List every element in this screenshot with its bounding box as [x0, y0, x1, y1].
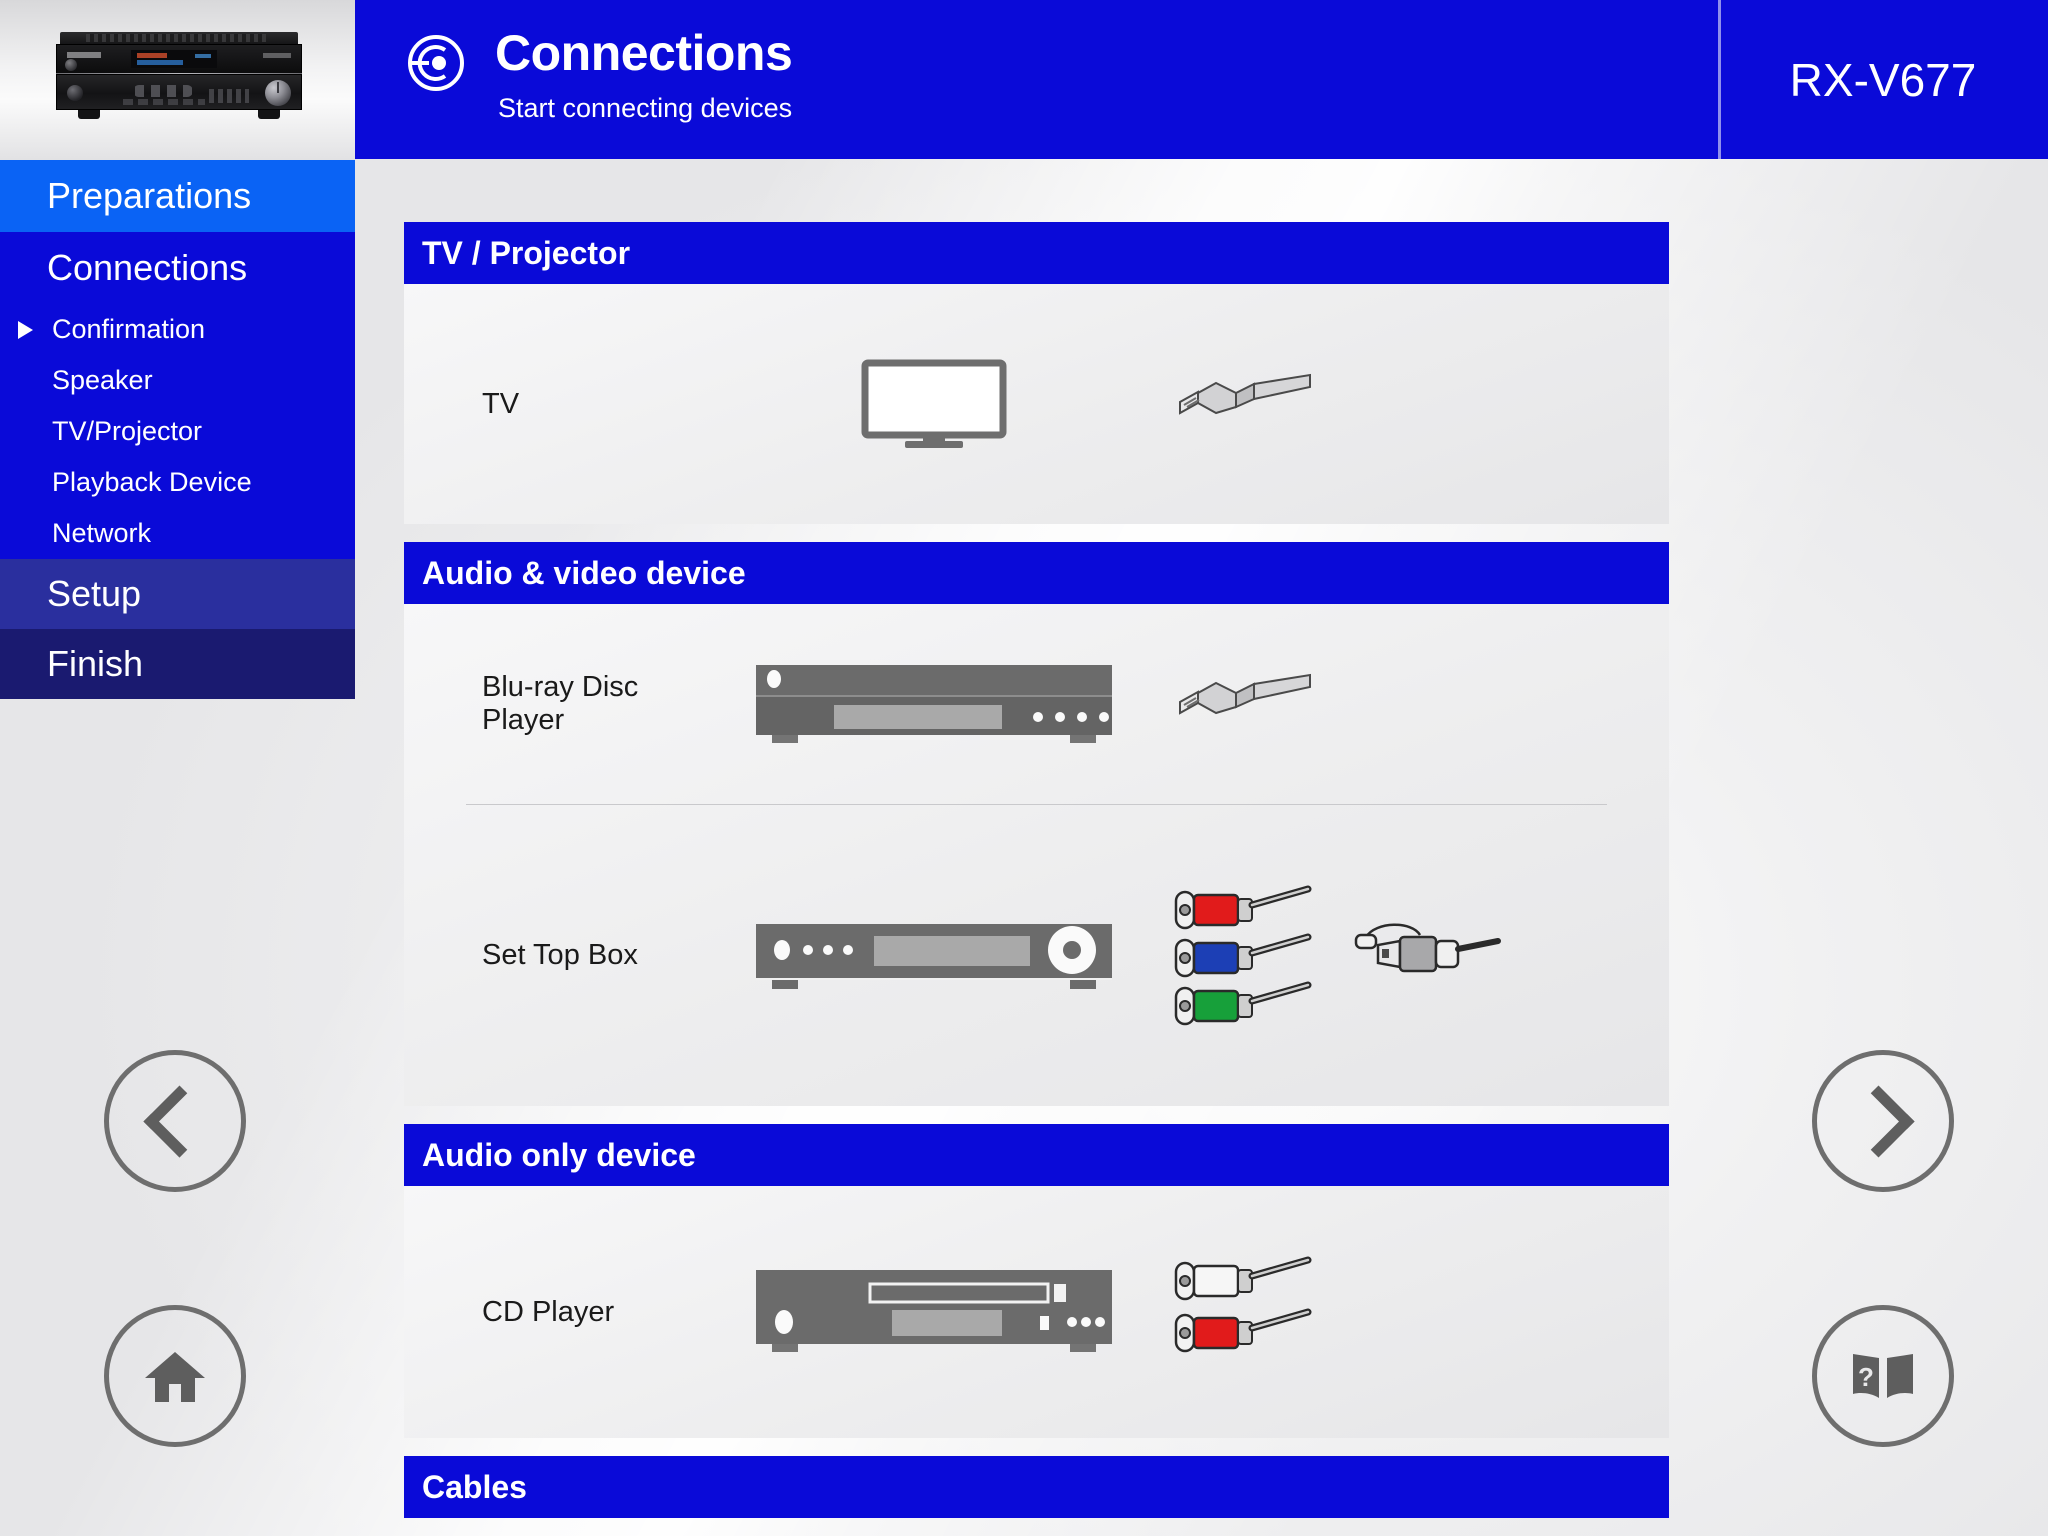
section-header-audio-only: Audio only device	[404, 1124, 1669, 1186]
sidebar-item-label: Setup	[47, 573, 142, 614]
receiver-illustration	[56, 32, 302, 122]
rca-red-cable-icon	[1174, 885, 1312, 930]
device-label: TV	[482, 387, 520, 420]
home-icon	[145, 1352, 205, 1402]
app-root: Preparations Connections Confirmation Sp…	[0, 0, 2048, 1536]
cd-player-icon	[724, 1264, 1144, 1360]
svg-text:?: ?	[1858, 1362, 1874, 1392]
next-page-button[interactable]	[1812, 1050, 1954, 1192]
sidebar-item-label: Preparations	[47, 175, 252, 216]
sidebar-item-speaker[interactable]: Speaker	[0, 355, 355, 406]
chevron-left-icon	[143, 1084, 216, 1158]
rca-blue-cable-icon	[1174, 933, 1312, 978]
section-body-tv-projector: TV	[404, 284, 1669, 524]
sidebar-item-label: Network	[52, 518, 152, 548]
cable-group	[1144, 369, 1669, 439]
sidebar-item-tv-projector[interactable]: TV/Projector	[0, 406, 355, 457]
sidebar-item-setup[interactable]: Setup	[0, 559, 355, 629]
rca-white-cable-icon	[1174, 1256, 1312, 1301]
sidebar-item-confirmation[interactable]: Confirmation	[0, 304, 355, 355]
sidebar-item-playback-device[interactable]: Playback Device	[0, 457, 355, 508]
device-row-tv: TV	[404, 284, 1669, 524]
sidebar-item-finish[interactable]: Finish	[0, 629, 355, 699]
sidebar-item-label: Connections	[47, 247, 248, 288]
bluray-player-icon	[724, 659, 1144, 749]
tv-monitor-icon	[724, 359, 1144, 449]
cable-group	[1144, 875, 1669, 1035]
sidebar-item-network[interactable]: Network	[0, 508, 355, 559]
triangle-right-icon	[18, 320, 33, 339]
set-top-box-icon	[724, 910, 1144, 1000]
section-body-audio-only: CD Player	[404, 1186, 1669, 1438]
device-label: CD Player	[482, 1295, 615, 1328]
rca-green-cable-icon	[1174, 981, 1312, 1026]
section-header-tv-projector: TV / Projector	[404, 222, 1669, 284]
cable-group	[1144, 1252, 1669, 1372]
sidebar-item-connections[interactable]: Connections	[0, 232, 355, 304]
section-body-audio-video: Blu-ray Disc Player Set Top Box	[404, 604, 1669, 1106]
previous-page-button[interactable]	[104, 1050, 246, 1192]
main-content: TV / Projector TV Audio & video device B…	[404, 222, 1669, 1536]
sidebar-item-label: TV/Projector	[52, 416, 203, 446]
page-subtitle: Start connecting devices	[498, 93, 793, 123]
hdmi-cable-icon	[1179, 673, 1311, 715]
hdmi-cable-icon	[1179, 373, 1311, 415]
sidebar-nav: Preparations Connections Confirmation Sp…	[0, 160, 355, 699]
manual-help-button[interactable]: ?	[1812, 1305, 1954, 1447]
page-header: Connections Start connecting devices RX-…	[355, 0, 2048, 159]
sidebar-item-label: Finish	[47, 643, 144, 684]
cable-group	[1144, 669, 1669, 739]
book-question-icon: ?	[1853, 1354, 1913, 1398]
sidebar-item-label: Playback Device	[52, 467, 252, 497]
section-header-cables: Cables	[404, 1456, 1669, 1518]
home-button[interactable]	[104, 1305, 246, 1447]
device-row-bluray: Blu-ray Disc Player	[404, 604, 1669, 804]
rca-red-cable-icon	[1174, 1308, 1312, 1353]
product-image	[0, 0, 355, 160]
page-title: Connections	[495, 25, 793, 81]
sidebar-item-preparations[interactable]: Preparations	[0, 160, 355, 232]
section-header-audio-video: Audio & video device	[404, 542, 1669, 604]
chevron-right-icon	[1842, 1084, 1915, 1158]
device-row-set-top-box: Set Top Box	[404, 805, 1669, 1105]
sidebar-item-label: Speaker	[52, 365, 153, 395]
device-label: Blu-ray Disc Player	[482, 671, 639, 736]
device-row-cd-player: CD Player	[404, 1186, 1669, 1438]
connection-plug-icon	[405, 32, 467, 94]
optical-toslink-cable-icon	[1354, 923, 1501, 973]
model-name: RX-V677	[1789, 53, 1977, 106]
device-label: Set Top Box	[482, 938, 638, 971]
sidebar-item-label: Confirmation	[52, 314, 206, 344]
